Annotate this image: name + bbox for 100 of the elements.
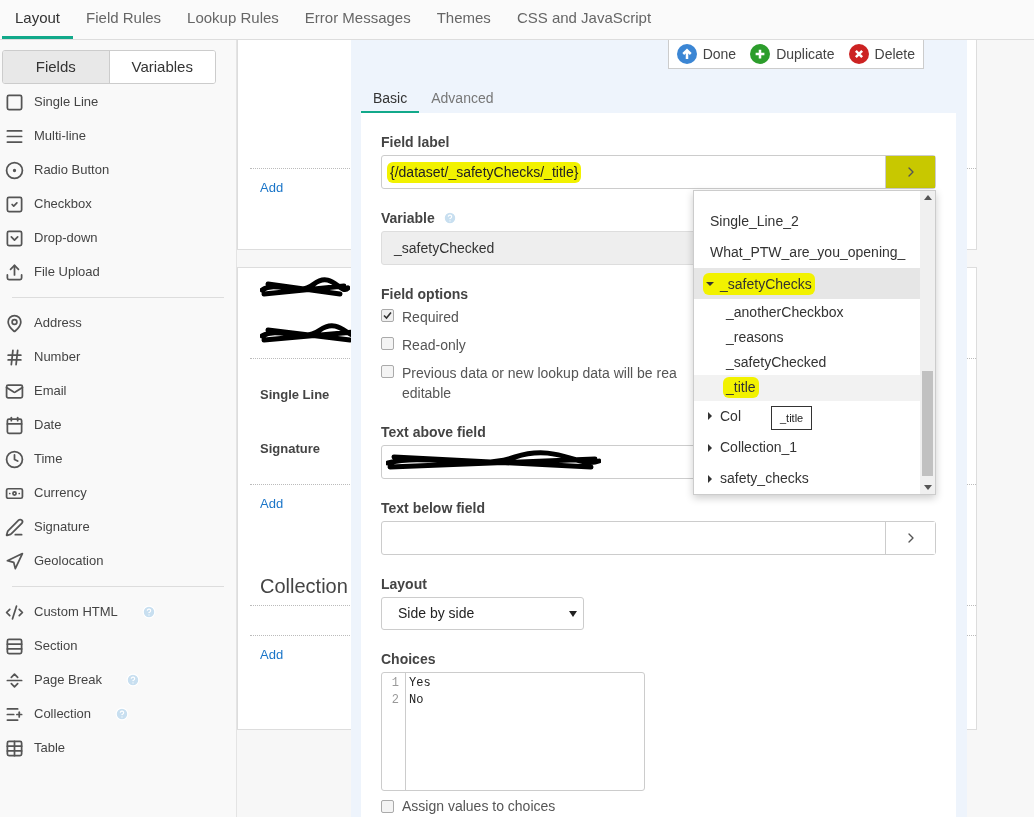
field-type-item[interactable]: Checkbox: [5, 187, 96, 221]
envelope-icon: [5, 381, 24, 401]
close-icon: [848, 44, 869, 64]
add-link[interactable]: Add: [260, 647, 284, 662]
field-label: Layout: [381, 575, 427, 593]
option-label: Previous data or new lookup data will be rea: [402, 364, 677, 383]
tooltip: _title: [771, 406, 813, 430]
field-label: Single Line: [260, 386, 330, 404]
checkbox[interactable]: [381, 337, 394, 350]
top-tab[interactable]: Lookup Rules: [174, 1, 292, 39]
table-icon: [5, 738, 24, 758]
checkbox[interactable]: [381, 365, 394, 378]
field-type-item[interactable]: Date: [5, 408, 66, 442]
toggle-button[interactable]: Fields: [3, 51, 109, 83]
option-label: Assign values to choices: [402, 798, 556, 814]
action-button[interactable]: Duplicate: [750, 43, 835, 65]
dropdown-icon: [5, 228, 24, 248]
caret-down-icon: [569, 610, 577, 617]
field-label: Signature: [260, 439, 320, 458]
action-button[interactable]: Done: [676, 43, 737, 65]
field-label: Text below field: [381, 499, 485, 517]
field-label: Variable: [381, 209, 435, 227]
field-label: Field options: [381, 285, 469, 303]
hash-icon: [5, 347, 24, 367]
caret-right-icon[interactable]: [706, 412, 714, 421]
scrollbar-thumb[interactable]: [922, 371, 933, 476]
insert-button[interactable]: [885, 156, 935, 188]
help-icon[interactable]: [125, 673, 140, 687]
checkbox[interactable]: [381, 309, 394, 322]
caret-right-icon[interactable]: [706, 443, 714, 452]
field-type-item[interactable]: Drop-down: [5, 221, 102, 255]
checkbox[interactable]: [381, 799, 394, 813]
editor-tab[interactable]: Advanced: [419, 85, 506, 113]
add-link[interactable]: Add: [260, 180, 284, 195]
field-type-item[interactable]: Multi-line: [5, 119, 90, 153]
field-label: Text above field: [381, 423, 486, 441]
add-link[interactable]: Add: [260, 496, 284, 511]
field-type-item[interactable]: Geolocation: [5, 544, 108, 578]
field-type-item[interactable]: Time: [5, 442, 67, 476]
toggle-button[interactable]: Variables: [108, 51, 215, 83]
scroll-down-icon[interactable]: [923, 485, 932, 490]
tree-item[interactable]: Col: [706, 405, 741, 427]
calendar-icon: [5, 415, 24, 435]
field-type-item[interactable]: Custom HTML: [5, 595, 160, 629]
help-icon[interactable]: [115, 707, 130, 721]
scroll-up-icon[interactable]: [923, 195, 932, 200]
tree-item[interactable]: Collection_1: [706, 436, 798, 459]
field-type-item[interactable]: File Upload: [5, 255, 104, 289]
help-icon[interactable]: [141, 605, 156, 619]
field-type-item[interactable]: Section: [5, 629, 82, 663]
option-label: editable: [402, 384, 453, 403]
tree-item[interactable]: _title: [694, 375, 920, 401]
upload-icon: [5, 262, 24, 282]
page-break-icon: [5, 670, 24, 690]
tree-item[interactable]: _reasons: [694, 324, 920, 350]
field-type-item[interactable]: Page Break: [5, 663, 144, 697]
field-type-item[interactable]: Email: [5, 374, 71, 408]
caret-right-icon[interactable]: [706, 474, 714, 483]
top-tab[interactable]: Themes: [423, 1, 504, 39]
option-label: Read-only: [402, 336, 466, 355]
tree-item[interactable]: Single_Line_2: [710, 211, 799, 233]
field-type-item[interactable]: Single Line: [5, 85, 103, 119]
top-tab[interactable]: Error Messages: [291, 1, 424, 39]
field-type-item[interactable]: Signature: [5, 510, 94, 544]
clock-icon: [5, 449, 24, 469]
field-label: Field label: [381, 133, 450, 151]
navigation-arrow-icon: [5, 551, 24, 571]
code-editor[interactable]: 1 2 Yes No: [381, 672, 645, 791]
scrollbar[interactable]: [920, 191, 935, 494]
top-tab[interactable]: CSS and JavaScript: [503, 1, 665, 39]
field-type-item[interactable]: Table: [5, 731, 70, 765]
text-field[interactable]: [381, 521, 936, 555]
tree-item[interactable]: safety_checks: [706, 467, 809, 490]
tree-item[interactable]: _anotherCheckbox: [694, 299, 920, 325]
collection-title: Collection: [260, 574, 348, 599]
field-type-item[interactable]: Address: [5, 306, 86, 340]
field-type-item[interactable]: Number: [5, 340, 85, 374]
action-button[interactable]: Delete: [848, 43, 915, 65]
field-type-item[interactable]: Collection: [5, 697, 134, 731]
option-label: Required: [402, 308, 459, 327]
code-icon: [5, 602, 24, 622]
tree-item[interactable]: _safetyChecks: [706, 273, 812, 295]
line-number: 1: [391, 675, 399, 692]
top-tab[interactable]: Field Rules: [73, 1, 175, 39]
help-icon[interactable]: [442, 211, 457, 225]
select-field[interactable]: Side by side: [381, 597, 584, 630]
insert-button[interactable]: [885, 522, 935, 554]
code-line: No: [409, 692, 425, 709]
checkbox-icon: [5, 194, 24, 214]
code-line: Yes: [409, 675, 431, 692]
caret-down-icon[interactable]: [706, 280, 714, 289]
field-label: Choices: [381, 650, 436, 668]
radio-icon: [5, 160, 24, 180]
section-icon: [5, 636, 24, 656]
tree-item[interactable]: What_PTW_are_you_opening_: [710, 242, 906, 264]
field-type-item[interactable]: Currency: [5, 476, 91, 510]
tree-item[interactable]: _safetyChecked: [694, 350, 920, 376]
field-type-item[interactable]: Radio Button: [5, 153, 114, 187]
plus-icon: [750, 44, 771, 64]
line-number: 2: [391, 692, 399, 709]
